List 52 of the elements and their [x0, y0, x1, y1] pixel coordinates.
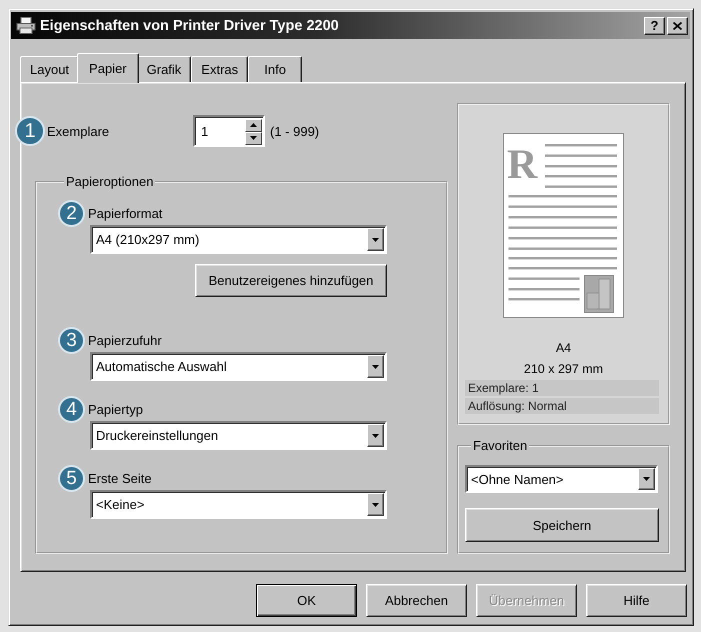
tab[interactable]: Grafik [136, 56, 192, 82]
dialog-button[interactable]: OK [256, 584, 357, 617]
caret-down-icon [643, 477, 650, 481]
spin-up-button[interactable] [245, 118, 262, 132]
close-icon [673, 22, 682, 30]
field-label: Exemplare [47, 124, 110, 138]
group-legend: Papieroptionen [64, 174, 156, 189]
save-button[interactable]: Speichern [465, 508, 659, 542]
number-badge: 2 [58, 200, 85, 227]
tab[interactable]: Papier [77, 53, 139, 83]
page-preview-drawing: R [503, 133, 624, 318]
caret-down-icon [372, 502, 379, 506]
caret-down-icon [250, 136, 257, 140]
caret-down-icon [372, 238, 379, 242]
group-legend: Favoriten [471, 438, 530, 453]
dropdown[interactable]: Automatische Auswahl [90, 352, 387, 381]
dropdown[interactable]: <Keine> [90, 490, 387, 519]
window-title: Eigenschaften von Printer Driver Type 2200 [40, 18, 339, 34]
spin-down-button[interactable] [245, 132, 262, 144]
dialog-button: Übernehmen [476, 584, 577, 617]
field-label: Papierzufuhr [88, 333, 162, 348]
tab[interactable]: Layout [20, 56, 80, 82]
close-button[interactable] [667, 16, 688, 34]
caret-down-icon [372, 364, 379, 368]
caret-down-icon [372, 434, 379, 438]
dropdown[interactable]: <Ohne Namen> [465, 465, 658, 493]
dropdown-arrow-button[interactable] [367, 355, 384, 378]
dropdown[interactable]: A4 (210x297 mm) [90, 225, 387, 254]
dropdown[interactable]: Druckereinstellungen [90, 421, 387, 450]
field-label: Papierformat [88, 206, 162, 221]
field-label: Erste Seite [88, 471, 152, 486]
dropdown-arrow-button[interactable] [367, 424, 384, 447]
dropdown-arrow-button[interactable] [367, 493, 384, 516]
number-badge: 5 [58, 465, 85, 492]
caret-up-icon [250, 123, 257, 127]
dropdown-arrow-button[interactable] [367, 228, 384, 251]
paper-dimensions-label: 210 x 297 mm [524, 361, 604, 377]
field-label: Papiertyp [88, 402, 143, 417]
dialog-button[interactable]: Abbrechen [366, 584, 467, 617]
copies-spin-field[interactable]: 1 [193, 115, 265, 147]
help-button[interactable]: ? [644, 16, 665, 34]
tab[interactable]: Extras [191, 56, 248, 82]
dropdown-arrow-button[interactable] [638, 468, 655, 490]
range-hint: (1 - 999) [270, 124, 320, 138]
paper-size-label: A4 [556, 340, 572, 356]
number-badge: 3 [58, 327, 85, 354]
dialog-button[interactable]: Hilfe [586, 584, 687, 617]
add-custom-size-button[interactable]: Benutzereigenes hinzufügen [195, 264, 387, 297]
tab[interactable]: Info [248, 56, 302, 82]
printer-icon [16, 17, 36, 34]
number-badge: 4 [58, 396, 85, 423]
number-badge: 1 [15, 116, 45, 146]
